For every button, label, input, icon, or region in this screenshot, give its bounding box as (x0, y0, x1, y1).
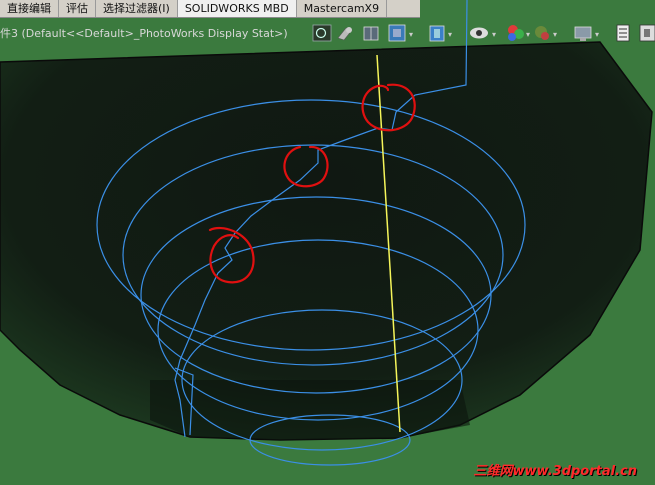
tab-i[interactable]: 选择过滤器(I) (96, 0, 178, 17)
zoom-to-fit-icon[interactable] (312, 24, 332, 42)
view-orientation-icon[interactable] (363, 26, 379, 41)
chevron-down-icon[interactable]: ▾ (409, 30, 413, 39)
tab-[interactable]: 评估 (59, 0, 96, 17)
display-style-icon[interactable] (429, 25, 445, 42)
tab-mastercamx9[interactable]: MastercamX9 (297, 0, 388, 17)
chevron-down-icon[interactable]: ▾ (448, 30, 452, 39)
document-title: 件3 (Default<<Default>_PhotoWorks Display… (0, 27, 288, 40)
chevron-down-icon[interactable]: ▾ (553, 30, 557, 39)
command-manager-tabs: 直接编辑 评估 选择过滤器(I) SOLIDWORKS MBD MastercamX9 (0, 0, 420, 18)
graphics-viewport[interactable]: ▾ ▾ ▾ ▾ ▾ ▾ (0, 0, 655, 485)
tab-[interactable]: 直接编辑 (0, 0, 59, 17)
hide-show-items-icon[interactable] (470, 27, 488, 39)
watermark: 三维网www.3dportal.cn (473, 464, 637, 479)
tab-solidworks-mbd[interactable]: SOLIDWORKS MBD (177, 0, 297, 17)
task-pane-icon[interactable] (616, 24, 630, 42)
panel-icon[interactable] (639, 24, 655, 42)
section-view-icon[interactable] (388, 24, 406, 42)
chevron-down-icon[interactable]: ▾ (595, 30, 599, 39)
chevron-down-icon[interactable]: ▾ (492, 30, 496, 39)
chevron-down-icon[interactable]: ▾ (526, 30, 530, 39)
